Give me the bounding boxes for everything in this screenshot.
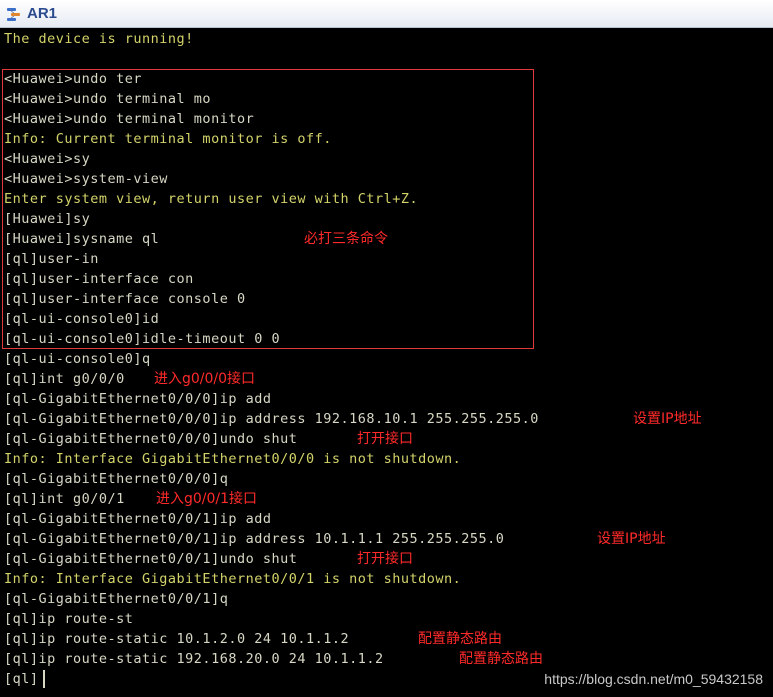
- terminal-line: Info: Interface GigabitEthernet0/0/0 is …: [4, 451, 462, 467]
- annotation-note: 设置IP地址: [597, 531, 666, 547]
- watermark: https://blog.csdn.net/m0_59432158: [544, 671, 763, 687]
- terminal-line: The device is running!: [4, 31, 194, 47]
- terminal-line: [ql-GigabitEthernet0/0/1]undo shut: [4, 551, 298, 567]
- terminal-line: [ql-ui-console0]q: [4, 351, 151, 367]
- terminal-line: [ql]int g0/0/1: [4, 491, 125, 507]
- required-commands-box: [2, 69, 534, 349]
- text-cursor: [43, 670, 45, 688]
- terminal-line: [ql]ip route-static 192.168.20.0 24 10.1…: [4, 651, 384, 667]
- terminal-line: Info: Interface GigabitEthernet0/0/1 is …: [4, 571, 462, 587]
- network-device-icon: [7, 7, 20, 21]
- terminal-line: [ql]ip route-static 10.1.2.0 24 10.1.1.2: [4, 631, 350, 647]
- terminal-console[interactable]: The device is running! <Huawei>undo ter <H…: [0, 28, 773, 697]
- annotation-note: 进入g0/0/0接口: [154, 371, 256, 387]
- annotation-note: 配置静态路由: [418, 631, 502, 647]
- terminal-line: [ql]int g0/0/0: [4, 371, 125, 387]
- terminal-line: [ql-GigabitEthernet0/0/1]q: [4, 591, 229, 607]
- annotation-note: 打开接口: [357, 551, 413, 567]
- terminal-line: [ql]: [4, 671, 39, 687]
- window-title: AR1: [27, 5, 58, 22]
- terminal-line: [ql-GigabitEthernet0/0/0]undo shut: [4, 431, 298, 447]
- terminal-line: [ql-GigabitEthernet0/0/1]ip add: [4, 511, 272, 527]
- annotation-note: 设置IP地址: [633, 411, 702, 427]
- window-titlebar: AR1: [0, 0, 773, 28]
- annotation-note: 打开接口: [357, 431, 413, 447]
- annotation-note: 进入g0/0/1接口: [156, 491, 258, 507]
- terminal-line: [ql-GigabitEthernet0/0/0]ip add: [4, 391, 272, 407]
- terminal-line: [ql-GigabitEthernet0/0/0]q: [4, 471, 229, 487]
- terminal-line: [ql-GigabitEthernet0/0/0]ip address 192.…: [4, 411, 539, 427]
- terminal-line: [ql]ip route-st: [4, 611, 134, 627]
- annotation-note: 配置静态路由: [459, 651, 543, 667]
- terminal-line: [ql-GigabitEthernet0/0/1]ip address 10.1…: [4, 531, 505, 547]
